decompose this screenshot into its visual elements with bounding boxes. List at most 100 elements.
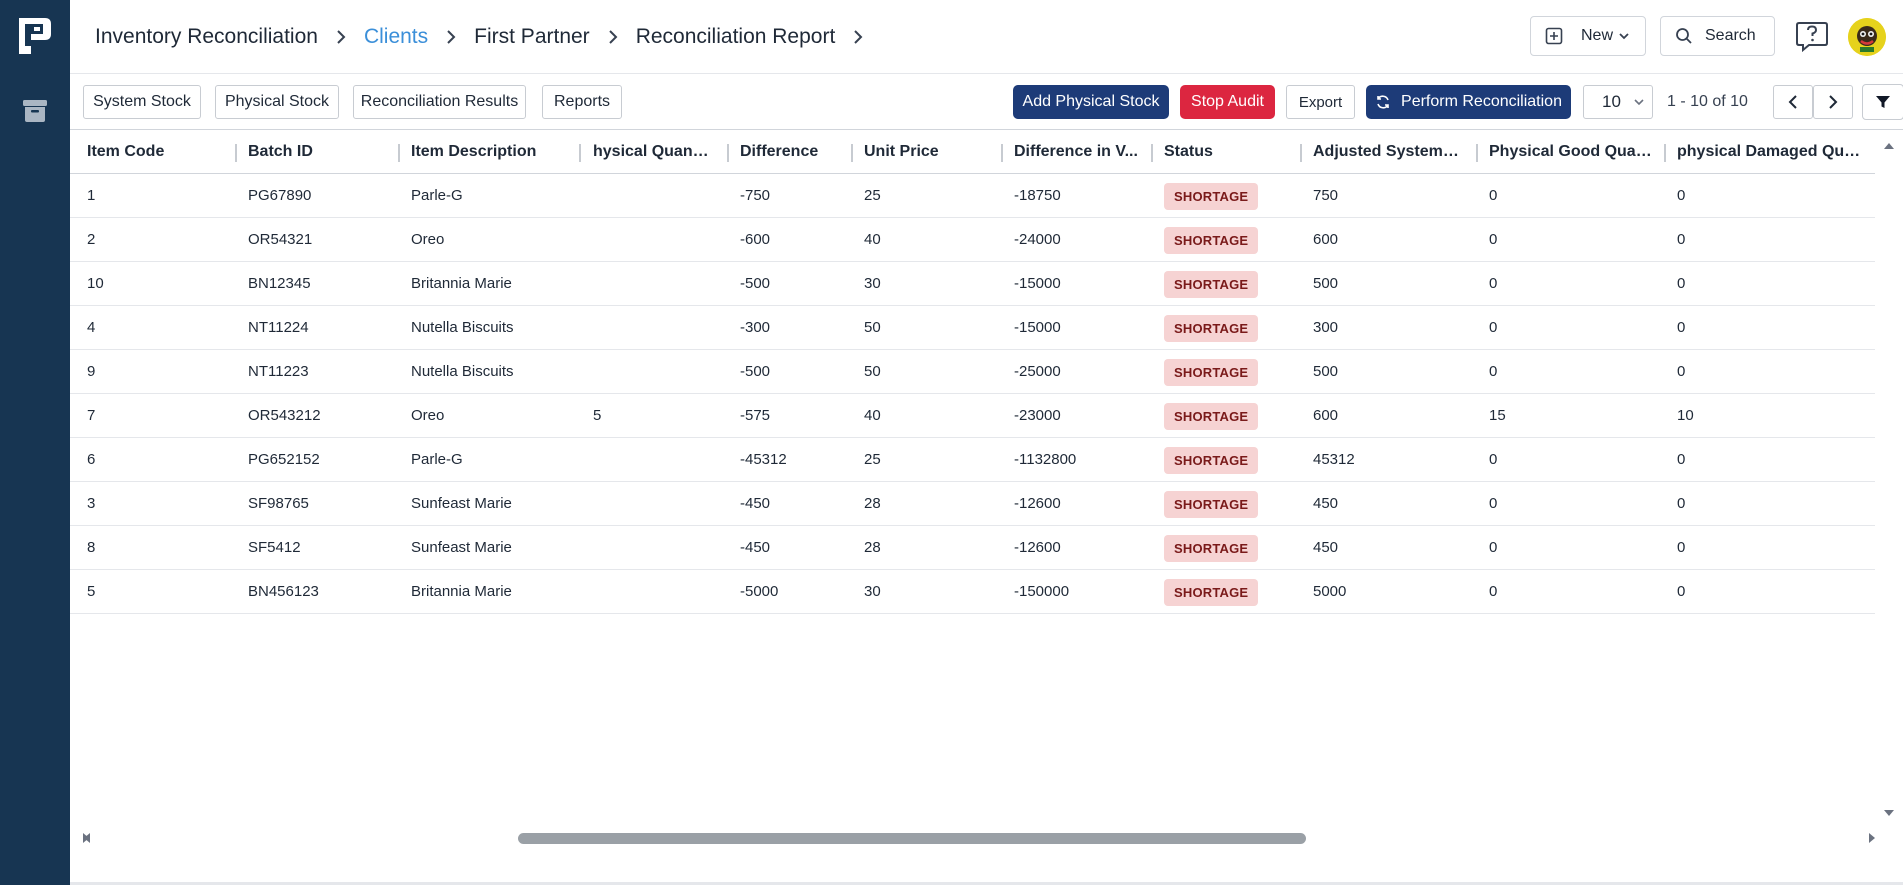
search-icon — [1676, 28, 1692, 44]
export-button[interactable]: Export — [1286, 85, 1355, 119]
add-physical-stock-button[interactable]: Add Physical Stock — [1013, 85, 1169, 119]
cell-unit-price: 30 — [864, 583, 881, 600]
cell-adjusted-system-stock: 450 — [1313, 495, 1339, 512]
table-row[interactable]: 7 OR543212 Oreo 5 -575 40 -23000 SHORTAGE 600 15 1… — [70, 394, 1875, 438]
cell-difference-in-value: -150000 — [1014, 583, 1070, 600]
column-resize-handle[interactable] — [1300, 144, 1302, 162]
cell-adjusted-system-stock: 450 — [1313, 539, 1339, 556]
filter-icon — [1876, 96, 1890, 108]
cell-batch-id: BN456123 — [248, 583, 319, 600]
archive-icon[interactable] — [22, 98, 48, 124]
avatar[interactable] — [1848, 18, 1886, 56]
column-header-batch-id[interactable]: Batch ID — [248, 130, 398, 174]
page-range: 1 - 10 of 10 — [1667, 93, 1748, 110]
fp-logo-icon[interactable] — [17, 16, 53, 56]
column-resize-handle[interactable] — [851, 144, 853, 162]
table-row[interactable]: 3 SF98765 Sunfeast Marie -450 28 -12600 SHORTA… — [70, 482, 1875, 526]
cell-unit-price: 50 — [864, 363, 881, 380]
column-header-physical-quantity[interactable]: hysical Quantity — [593, 130, 713, 174]
column-header-item-code[interactable]: Item Code — [87, 130, 237, 174]
tab-system-stock[interactable]: System Stock — [83, 85, 201, 119]
filter-button[interactable] — [1862, 84, 1903, 120]
breadcrumb-clients[interactable]: Clients — [364, 25, 428, 49]
chevron-right-icon — [1829, 95, 1838, 109]
cell-difference-in-value: -12600 — [1014, 495, 1061, 512]
cell-physical-good-quantity: 0 — [1489, 363, 1498, 380]
column-resize-handle[interactable] — [235, 144, 237, 162]
cell-physical-damaged-quantity: 0 — [1677, 275, 1686, 292]
table-row[interactable]: 9 NT11223 Nutella Biscuits -500 50 -25000 SHOR… — [70, 350, 1875, 394]
perform-reconciliation-button[interactable]: Perform Reconciliation — [1366, 85, 1571, 119]
column-header-physical-good-quantity[interactable]: Physical Good Quant... — [1489, 130, 1654, 174]
help-icon[interactable] — [1795, 20, 1829, 52]
column-header-physical-damaged-quantity[interactable]: physical Damaged Quan... — [1677, 130, 1867, 174]
cell-physical-good-quantity: 0 — [1489, 495, 1498, 512]
column-resize-handle[interactable] — [727, 144, 729, 162]
cell-item-code: 5 — [87, 583, 96, 600]
cell-difference: -575 — [740, 407, 771, 424]
cell-physical-good-quantity: 15 — [1489, 407, 1506, 424]
next-page-button[interactable] — [1813, 85, 1853, 119]
cell-item-code: 4 — [87, 319, 96, 336]
new-button[interactable]: New — [1530, 16, 1646, 56]
chevron-right-icon[interactable] — [835, 29, 881, 45]
column-header-adjusted-system-stock[interactable]: Adjusted System St... — [1313, 130, 1463, 174]
cell-difference-in-value: -1132800 — [1014, 451, 1077, 468]
breadcrumb-first-partner[interactable]: First Partner — [474, 25, 590, 49]
column-header-unit-price[interactable]: Unit Price — [864, 130, 994, 174]
column-resize-handle[interactable] — [1476, 144, 1478, 162]
page-size-select[interactable]: 10 — [1583, 85, 1653, 119]
horizontal-scroll-thumb[interactable] — [518, 833, 1306, 844]
cell-physical-good-quantity: 0 — [1489, 275, 1498, 292]
table-row[interactable]: 2 OR54321 Oreo -600 40 -24000 SHORTAGE 600 0 0 — [70, 218, 1875, 262]
cell-item-description: Oreo — [411, 407, 445, 424]
column-resize-handle[interactable] — [579, 144, 581, 162]
cell-adjusted-system-stock: 600 — [1313, 231, 1339, 248]
status-badge: SHORTAGE — [1164, 183, 1259, 210]
cell-batch-id: BN12345 — [248, 275, 311, 292]
column-header-item-description[interactable]: Item Description — [411, 130, 586, 174]
table-row[interactable]: 5 BN456123 Britannia Marie -5000 30 -150000 SH… — [70, 570, 1875, 614]
tab-reconciliation-results[interactable]: Reconciliation Results — [353, 85, 526, 119]
cell-physical-damaged-quantity: 0 — [1677, 363, 1686, 380]
table-row[interactable]: 1 PG67890 Parle-G -750 25 -18750 SHORTAGE 750 0 0 — [70, 174, 1875, 218]
column-resize-handle[interactable] — [1151, 144, 1153, 162]
tab-reports[interactable]: Reports — [542, 85, 622, 119]
tab-physical-stock[interactable]: Physical Stock — [215, 85, 339, 119]
table-row[interactable]: 6 PG652152 Parle-G -45312 25 -1132800 SHORTAGE… — [70, 438, 1875, 482]
cell-physical-quantity: 5 — [593, 407, 602, 424]
column-header-difference-in-value[interactable]: Difference in V... — [1014, 130, 1144, 174]
table-row[interactable]: 8 SF5412 Sunfeast Marie -450 28 -12600 SHORTAG… — [70, 526, 1875, 570]
cell-difference-in-value: -12600 — [1014, 539, 1061, 556]
search-button[interactable]: Search — [1660, 16, 1775, 56]
column-header-difference[interactable]: Difference — [740, 130, 850, 174]
cell-physical-good-quantity: 0 — [1489, 451, 1498, 468]
cell-physical-good-quantity: 0 — [1489, 583, 1498, 600]
cell-status: SHORTAGE — [1164, 394, 1259, 438]
cell-item-description: Parle-G — [411, 451, 463, 468]
plus-square-icon — [1545, 27, 1563, 45]
cell-unit-price: 50 — [864, 319, 881, 336]
cell-batch-id: NT11223 — [248, 363, 309, 380]
column-resize-handle[interactable] — [398, 144, 400, 162]
cell-item-code: 8 — [87, 539, 96, 556]
table-row[interactable]: 4 NT11224 Nutella Biscuits -300 50 -15000 SHOR… — [70, 306, 1875, 350]
horizontal-scrollbar[interactable] — [70, 820, 1903, 854]
prev-page-button[interactable] — [1773, 85, 1813, 119]
breadcrumb-reconciliation-report[interactable]: Reconciliation Report — [636, 25, 836, 49]
table-row[interactable]: 10 BN12345 Britannia Marie -500 30 -15000 SHOR… — [70, 262, 1875, 306]
status-badge: SHORTAGE — [1164, 403, 1259, 430]
vertical-scrollbar[interactable] — [1875, 130, 1903, 825]
cell-item-code: 6 — [87, 451, 96, 468]
column-header-status[interactable]: Status — [1164, 130, 1294, 174]
column-resize-handle[interactable] — [1001, 144, 1003, 162]
breadcrumb-inventory-reconciliation[interactable]: Inventory Reconciliation — [95, 25, 318, 49]
cell-adjusted-system-stock: 5000 — [1313, 583, 1347, 600]
cell-item-code: 3 — [87, 495, 96, 512]
cell-difference: -450 — [740, 539, 771, 556]
stop-audit-button[interactable]: Stop Audit — [1180, 85, 1275, 119]
cell-difference: -5000 — [740, 583, 779, 600]
cell-unit-price: 40 — [864, 407, 881, 424]
column-resize-handle[interactable] — [1664, 144, 1666, 162]
cell-difference-in-value: -24000 — [1014, 231, 1061, 248]
